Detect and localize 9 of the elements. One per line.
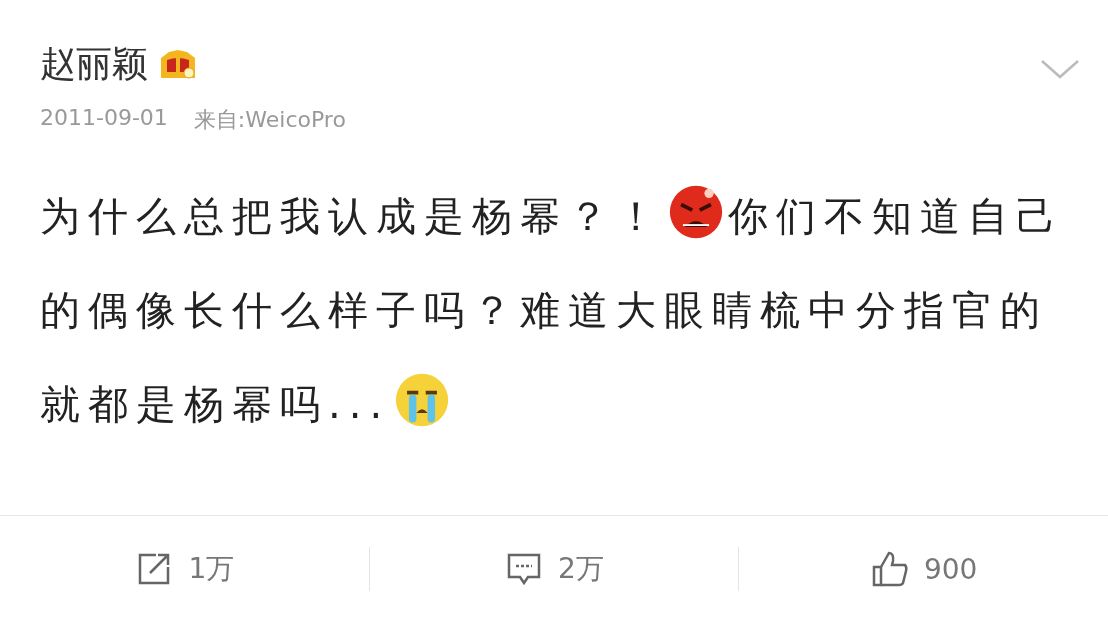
crown-badge-icon (158, 47, 198, 82)
crying-face-icon (394, 372, 451, 428)
author-name[interactable]: 赵丽颖 (40, 40, 148, 89)
angry-face-icon (668, 184, 724, 240)
post-date: 2011-09-01 (40, 105, 168, 132)
action-count: 900 (923, 552, 978, 586)
post-text: 为什么总把我认成是杨幂？！ 你们不知道自己的偶像长什么样子吗？难道大眼睛梳中分指官的就都是杨幂吗... (40, 169, 1080, 469)
action-count: 1万 (188, 551, 235, 587)
action-count: 2万 (558, 551, 604, 587)
